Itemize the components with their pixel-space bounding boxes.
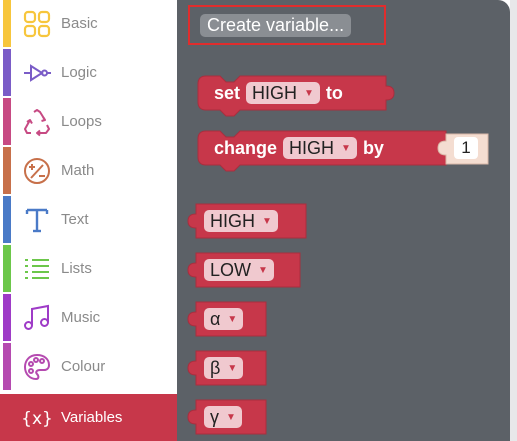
variable-name: LOW [210,259,252,280]
recycle-icon [22,107,52,137]
category-color-strip [3,245,11,292]
category-sidebar: Basic Logic Loops Math Text Lists Music … [0,0,177,441]
category-basic[interactable]: Basic [0,0,177,47]
variable-getter-block[interactable]: HIGH ▼ [187,203,308,240]
variable-name: γ [210,406,219,427]
list-icon [22,254,52,284]
svg-text:{x}: {x} [22,409,52,429]
category-label: Colour [61,358,106,375]
category-color-strip [3,343,11,390]
category-label: Lists [61,260,92,277]
variable-name: HIGH [210,210,255,231]
category-color-strip [3,394,11,441]
category-label: Logic [61,64,97,81]
category-label: Math [61,162,95,179]
workspace-edge [510,0,517,441]
category-color-strip [3,98,11,145]
dropdown-arrow-icon: ▼ [226,411,236,423]
category-color-strip [3,196,11,243]
variable-name: HIGH [289,137,335,158]
grid-icon [22,9,52,39]
category-label: Basic [61,15,98,32]
variable-dropdown[interactable]: HIGH ▼ [283,137,357,159]
set-keyword: set [214,82,241,103]
variable-getter-block[interactable]: γ ▼ [187,399,268,436]
by-keyword: by [362,137,384,158]
variable-getter-block[interactable]: α ▼ [187,301,268,338]
variable-dropdown[interactable]: HIGH ▼ [204,210,278,232]
category-lists[interactable]: Lists [0,245,177,292]
variable-name: β [210,357,221,378]
variable-dropdown[interactable]: LOW ▼ [204,259,274,281]
dropdown-arrow-icon: ▼ [258,264,268,276]
dropdown-arrow-icon: ▼ [227,362,238,374]
change-keyword: change [214,137,278,158]
category-music[interactable]: Music [0,294,177,341]
category-color-strip [3,147,11,194]
category-text[interactable]: Text [0,196,177,243]
variable-dropdown[interactable]: HIGH ▼ [246,82,320,104]
dropdown-arrow-icon: ▼ [341,142,351,154]
variable-braces-icon: {x} [22,403,52,433]
category-logic[interactable]: Logic [0,49,177,96]
category-color-strip [3,294,11,341]
variable-dropdown[interactable]: α ▼ [204,308,244,330]
variable-dropdown[interactable]: γ ▼ [204,406,242,428]
variable-getter-block[interactable]: β ▼ [187,350,268,387]
category-label: Loops [61,113,102,130]
category-label: Music [61,309,101,326]
category-color-strip [3,0,11,47]
dropdown-arrow-icon: ▼ [262,215,272,227]
category-colour[interactable]: Colour [0,343,177,390]
category-color-strip [3,49,11,96]
to-keyword: to [325,82,343,103]
category-variables[interactable]: {x} Variables [0,394,177,441]
variable-name: α [210,308,221,329]
variable-getter-block[interactable]: LOW ▼ [187,252,302,289]
dropdown-arrow-icon: ▼ [304,87,314,99]
category-label: Text [61,211,89,228]
set-variable-block[interactable]: set HIGH ▼ to [197,75,402,117]
math-ops-icon [22,156,52,186]
category-math[interactable]: Math [0,147,177,194]
category-loops[interactable]: Loops [0,98,177,145]
variable-name: HIGH [252,82,298,103]
text-t-icon [22,205,52,235]
palette-icon [22,352,52,382]
logic-gate-icon [22,58,52,88]
dropdown-arrow-icon: ▼ [227,313,238,325]
category-label: Variables [61,409,123,426]
music-note-icon [22,303,52,333]
create-variable-highlight: Create variable... [188,5,386,45]
amount-number-field[interactable]: 1 [454,137,478,159]
variable-dropdown[interactable]: β ▼ [204,357,244,379]
create-variable-button[interactable]: Create variable... [200,14,352,37]
change-variable-block[interactable]: change HIGH ▼ by 1 [197,130,490,172]
